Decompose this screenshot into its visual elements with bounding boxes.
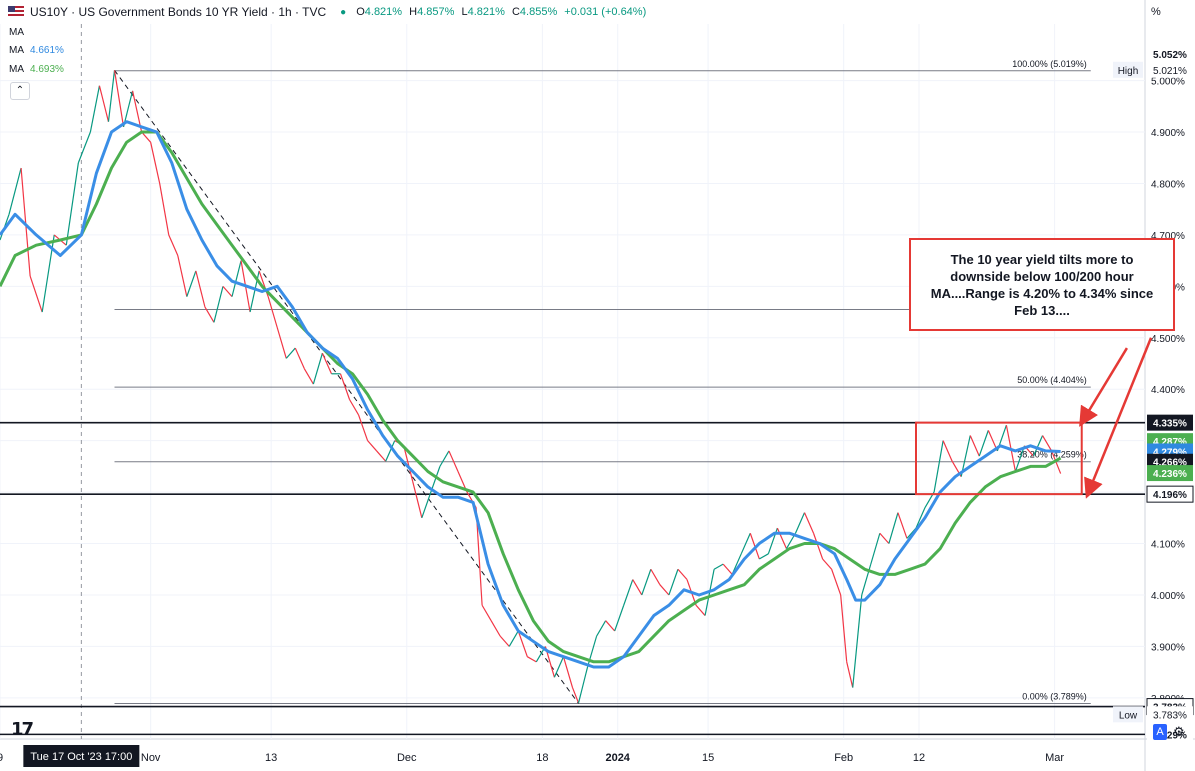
x-tick-label: Mar [1045,752,1064,764]
ma-legend-row-3[interactable]: MA 4.693% [9,64,64,75]
fib-level-label: 0.00% (3.789%) [1022,692,1087,702]
x-tick-label: 15 [702,752,714,764]
y-tick-label: 4.100% [1151,540,1185,551]
x-tick-label: 13 [265,752,277,764]
x-tick-label: Feb [834,752,853,764]
auto-scale-button[interactable]: A [1153,724,1167,740]
fib-level-label: 50.00% (4.404%) [1017,375,1087,385]
collapse-legend-button[interactable]: ⌃ [10,82,30,100]
y-tick-label: 4.900% [1151,128,1185,139]
x-tick-label: Nov [141,752,161,764]
y-tick-label: 4.800% [1151,179,1185,190]
annotation-callout[interactable]: The 10 year yield tilts more to downside… [909,238,1175,331]
tradingview-logo-icon[interactable]: 17 [11,719,34,740]
price-label: 4.236% [1153,469,1187,480]
x-tick-label: 2024 [605,752,630,764]
symbol-title[interactable]: US10Y · US Government Bonds 10 YR Yield … [30,5,326,19]
crosshair-time-label: Tue 17 Oct '23 17:00 [30,751,132,763]
y-tick-label: 3.900% [1151,642,1185,653]
price-tag-label: High [1118,66,1139,77]
market-status-icon: ● [340,6,347,18]
ma-legend-row-2[interactable]: MA 4.661% [9,45,64,56]
x-tick-label: Dec [397,752,417,764]
price-label: 5.021% [1153,66,1187,77]
plot-area [0,24,1145,739]
gear-icon[interactable]: ⚙ [1173,724,1185,740]
price-label: 3.783% [1153,710,1187,721]
y-tick-label: 5.000% [1151,77,1185,88]
price-label: 4.196% [1153,490,1187,501]
y-tick-label: 4.400% [1151,385,1185,396]
y-tick-label: 4.000% [1151,591,1185,602]
price-label: 5.052% [1153,50,1187,61]
price-label: 4.335% [1153,419,1187,430]
ohlc-values: O4.821% H4.857% L4.821% C4.855% +0.031 (… [356,6,647,18]
ma-legend-row-1[interactable]: MA [9,27,30,38]
us-flag-icon [8,6,24,18]
axis-unit-label[interactable]: % [1151,6,1161,18]
fib-level-label: 100.00% (5.019%) [1012,59,1087,69]
chart-header: US10Y · US Government Bonds 10 YR Yield … [0,0,650,24]
price-tag-label: Low [1119,710,1138,721]
y-tick-label: 4.500% [1151,334,1185,345]
chart-canvas[interactable]: 5.000%4.900%4.800%4.700%4.600%4.500%4.40… [0,0,1195,771]
x-tick-label: 9 [0,752,3,764]
x-tick-label: 18 [536,752,548,764]
x-tick-label: 12 [913,752,925,764]
